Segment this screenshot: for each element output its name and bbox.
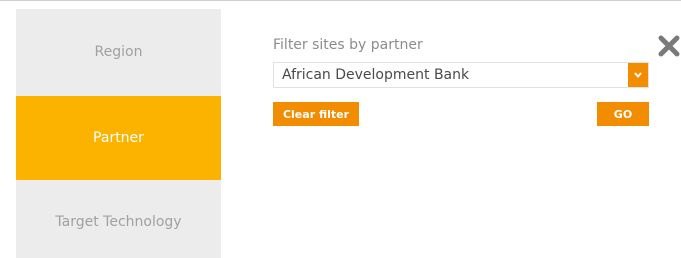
sidebar-item-label: Partner <box>93 130 144 146</box>
chevron-down-icon[interactable] <box>628 63 648 87</box>
partner-select[interactable]: African Development Bank <box>273 62 649 88</box>
sidebar-item-partner[interactable]: Partner <box>16 96 221 180</box>
clear-filter-button[interactable]: Clear filter <box>273 102 359 126</box>
filter-category-sidebar: Region Partner Target Technology <box>16 9 221 258</box>
sidebar-item-label: Target Technology <box>55 214 182 230</box>
go-button[interactable]: GO <box>597 102 649 126</box>
filter-dialog: Region Partner Target Technology Filter … <box>0 0 681 258</box>
sidebar-item-target-technology[interactable]: Target Technology <box>16 182 221 258</box>
sidebar-item-label: Region <box>94 43 143 60</box>
sidebar-item-region[interactable]: Region <box>16 9 221 94</box>
close-icon[interactable] <box>658 35 680 57</box>
partner-select-value: African Development Bank <box>282 67 470 83</box>
filter-title: Filter sites by partner <box>273 37 423 53</box>
